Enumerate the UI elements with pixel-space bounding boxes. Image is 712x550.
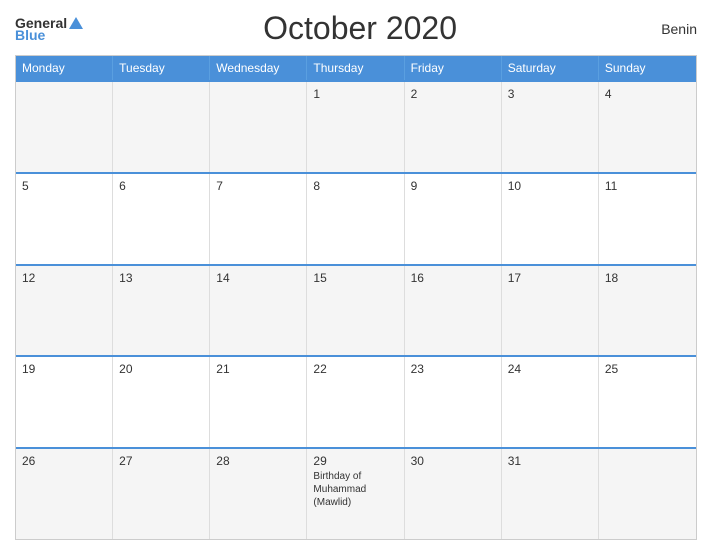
day-number: 2: [411, 87, 495, 101]
calendar-header: MondayTuesdayWednesdayThursdayFridaySatu…: [16, 56, 696, 80]
calendar-cell: 9: [405, 174, 502, 264]
day-number: 7: [216, 179, 300, 193]
calendar-cell: 19: [16, 357, 113, 447]
calendar-cell: 26: [16, 449, 113, 539]
calendar-row-3: 19 20 21 22 23 24 25: [16, 355, 696, 447]
day-number: 14: [216, 271, 300, 285]
day-number: 23: [411, 362, 495, 376]
calendar-cell: 12: [16, 266, 113, 356]
calendar-cell: [16, 82, 113, 172]
calendar-cell: 8: [307, 174, 404, 264]
day-number: 9: [411, 179, 495, 193]
calendar-cell: [599, 449, 696, 539]
calendar-cell: 14: [210, 266, 307, 356]
day-number: 1: [313, 87, 397, 101]
calendar-cell: 5: [16, 174, 113, 264]
day-number: 10: [508, 179, 592, 193]
calendar-cell: 13: [113, 266, 210, 356]
day-number: 31: [508, 454, 592, 468]
calendar-cell: 11: [599, 174, 696, 264]
day-number: 5: [22, 179, 106, 193]
calendar-cell: 23: [405, 357, 502, 447]
day-number: 15: [313, 271, 397, 285]
calendar-cell: 25: [599, 357, 696, 447]
calendar-cell: 20: [113, 357, 210, 447]
header-day-friday: Friday: [405, 56, 502, 80]
calendar-cell: 1: [307, 82, 404, 172]
calendar-cell: 16: [405, 266, 502, 356]
calendar-cell: 22: [307, 357, 404, 447]
day-number: 27: [119, 454, 203, 468]
day-number: 26: [22, 454, 106, 468]
calendar-cell: 27: [113, 449, 210, 539]
calendar-cell: 30: [405, 449, 502, 539]
logo-blue-text: Blue: [15, 28, 83, 42]
day-number: 11: [605, 179, 690, 193]
calendar-row-2: 12 13 14 15 16 17 18: [16, 264, 696, 356]
event-label: Birthday of Muhammad (Mawlid): [313, 470, 397, 509]
calendar: MondayTuesdayWednesdayThursdayFridaySatu…: [15, 55, 697, 540]
calendar-cell: [113, 82, 210, 172]
day-number: 6: [119, 179, 203, 193]
header-day-monday: Monday: [16, 56, 113, 80]
calendar-cell: 18: [599, 266, 696, 356]
calendar-cell: 6: [113, 174, 210, 264]
day-number: 29: [313, 454, 397, 468]
calendar-cell: 29 Birthday of Muhammad (Mawlid): [307, 449, 404, 539]
calendar-title: October 2020: [83, 10, 637, 47]
day-number: 8: [313, 179, 397, 193]
day-number: 13: [119, 271, 203, 285]
calendar-cell: 10: [502, 174, 599, 264]
header-day-thursday: Thursday: [307, 56, 404, 80]
day-number: 21: [216, 362, 300, 376]
country-label: Benin: [637, 21, 697, 37]
header: General Blue October 2020 Benin: [15, 10, 697, 47]
calendar-cell: 17: [502, 266, 599, 356]
calendar-cell: 28: [210, 449, 307, 539]
day-number: 22: [313, 362, 397, 376]
day-number: 3: [508, 87, 592, 101]
calendar-row-4: 26 27 28 29 Birthday of Muhammad (Mawlid) 30 3…: [16, 447, 696, 539]
calendar-cell: 24: [502, 357, 599, 447]
calendar-cell: 3: [502, 82, 599, 172]
day-number: 12: [22, 271, 106, 285]
calendar-cell: 4: [599, 82, 696, 172]
day-number: 24: [508, 362, 592, 376]
calendar-cell: 31: [502, 449, 599, 539]
day-number: 28: [216, 454, 300, 468]
header-day-tuesday: Tuesday: [113, 56, 210, 80]
page: General Blue October 2020 Benin MondayTu…: [0, 0, 712, 550]
calendar-row-1: 56789 10 11: [16, 172, 696, 264]
day-number: 18: [605, 271, 690, 285]
header-day-saturday: Saturday: [502, 56, 599, 80]
calendar-cell: 7: [210, 174, 307, 264]
day-number: 30: [411, 454, 495, 468]
calendar-cell: 15: [307, 266, 404, 356]
calendar-body: 1234567891011121314151617181920212223242…: [16, 80, 696, 539]
day-number: 20: [119, 362, 203, 376]
calendar-cell: [210, 82, 307, 172]
day-number: 19: [22, 362, 106, 376]
header-day-sunday: Sunday: [599, 56, 696, 80]
logo: General Blue: [15, 16, 83, 42]
calendar-cell: 2: [405, 82, 502, 172]
day-number: 4: [605, 87, 690, 101]
calendar-row-0: 1234: [16, 80, 696, 172]
calendar-cell: 21: [210, 357, 307, 447]
header-day-wednesday: Wednesday: [210, 56, 307, 80]
day-number: 25: [605, 362, 690, 376]
day-number: 17: [508, 271, 592, 285]
day-number: 16: [411, 271, 495, 285]
